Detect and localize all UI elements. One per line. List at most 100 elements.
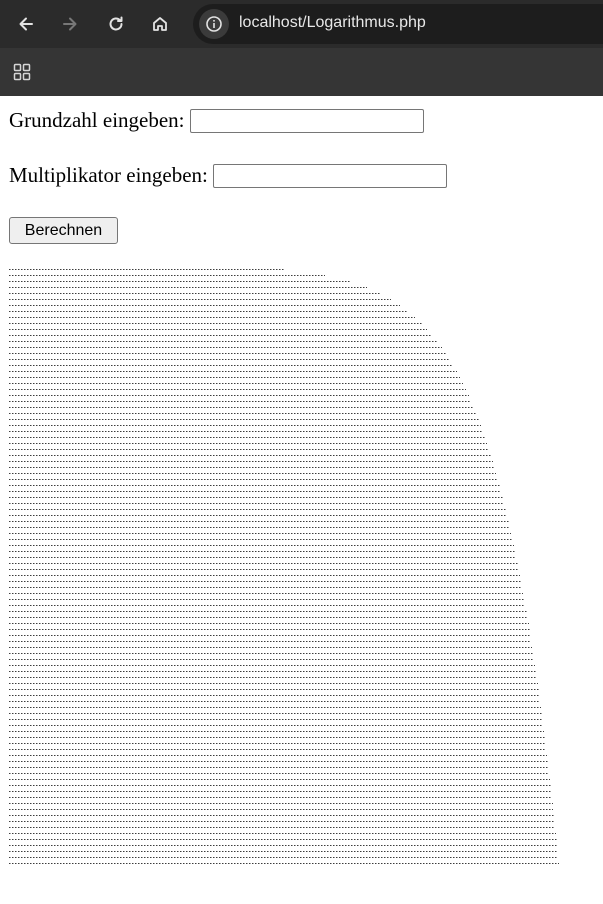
output-line: [9, 785, 551, 786]
back-button[interactable]: [10, 8, 42, 40]
output-line: [9, 437, 486, 438]
output-line: [9, 851, 558, 852]
output-line: [9, 857, 559, 858]
output-line: [9, 797, 552, 798]
output-line: [9, 485, 500, 486]
output-line: [9, 443, 488, 444]
output-line: [9, 827, 556, 828]
output-line: [9, 311, 409, 312]
output-line: [9, 767, 549, 768]
output-line: [9, 791, 552, 792]
output-line: [9, 293, 381, 294]
base-label: Grundzahl eingeben:: [9, 108, 185, 132]
output-line: [9, 641, 532, 642]
output-line: [9, 701, 541, 702]
base-row: Grundzahl eingeben:: [9, 108, 424, 133]
output-line: [9, 683, 538, 684]
output-line: [9, 623, 529, 624]
base-input[interactable]: [189, 108, 424, 133]
home-icon: [153, 17, 167, 31]
output-line: [9, 539, 513, 540]
output-line: [9, 317, 416, 318]
site-info-button[interactable]: [199, 9, 229, 39]
output-line: [9, 695, 540, 696]
output-line: [9, 839, 557, 840]
output-line: [9, 563, 518, 564]
output-line: [9, 629, 530, 630]
output-line: [9, 671, 536, 672]
output-line: [9, 269, 284, 270]
output-line: [9, 737, 545, 738]
output-line: [9, 377, 460, 378]
output-line: [9, 863, 559, 864]
output-line: [9, 845, 558, 846]
output-line: [9, 551, 516, 552]
output-line: [9, 473, 497, 474]
output-line: [9, 467, 495, 468]
output-line: [9, 371, 457, 372]
output-line: [9, 677, 537, 678]
forward-button[interactable]: [54, 8, 86, 40]
output-line: [9, 731, 545, 732]
output-line: [9, 773, 550, 774]
output-line: [9, 647, 533, 648]
output-line: [9, 569, 519, 570]
output-line: [9, 449, 490, 450]
output-line: [9, 749, 547, 750]
output-line: [9, 593, 524, 594]
output-line: [9, 359, 450, 360]
output-line: [9, 617, 528, 618]
output-line: [9, 719, 543, 720]
output-line: [9, 689, 539, 690]
output-line: [9, 557, 517, 558]
multiplier-row: Multiplikator eingeben:: [9, 163, 447, 188]
output-line: [9, 509, 506, 510]
reload-button[interactable]: [100, 8, 132, 40]
output-line: [9, 287, 367, 288]
output-line: [9, 599, 525, 600]
output-line: [9, 491, 502, 492]
output-line: [9, 635, 531, 636]
output-line: [9, 305, 401, 306]
output-line: [9, 383, 463, 384]
arrow-left-icon: [19, 17, 33, 31]
multiplier-input[interactable]: [212, 163, 447, 188]
output-line: [9, 527, 510, 528]
output-line: [9, 743, 546, 744]
arrow-right-icon: [63, 17, 77, 31]
output-line: [9, 479, 498, 480]
output-line: [9, 389, 466, 390]
output-line: [9, 815, 554, 816]
output-line: [9, 533, 512, 534]
output-line: [9, 653, 534, 654]
output-line: [9, 611, 527, 612]
output-line: [9, 803, 553, 804]
url-text[interactable]: localhost/Logarithmus.php: [239, 14, 426, 32]
output-line: [9, 821, 555, 822]
apps-button[interactable]: [8, 58, 36, 86]
output-line: [9, 347, 442, 348]
output-line: [9, 809, 554, 810]
output-line: [9, 335, 433, 336]
output-line: [9, 707, 541, 708]
output-line: [9, 431, 483, 432]
output-line: [9, 497, 503, 498]
browser-toolbar: localhost/Logarithmus.php: [0, 0, 603, 48]
info-icon: [206, 16, 222, 32]
output-line: [9, 575, 520, 576]
output-line: [9, 413, 477, 414]
output-line: [9, 281, 350, 282]
output-line: [9, 779, 550, 780]
home-button[interactable]: [144, 8, 176, 40]
output-line: [9, 581, 522, 582]
bookmark-bar: [0, 48, 603, 96]
output-line: [9, 323, 422, 324]
multiplier-label: Multiplikator eingeben:: [9, 163, 208, 187]
output-line: [9, 755, 548, 756]
calculate-button[interactable]: Berechnen: [9, 217, 118, 244]
output-line: [9, 455, 491, 456]
output-line: [9, 461, 493, 462]
output-line: [9, 833, 556, 834]
output-line: [9, 515, 508, 516]
address-bar[interactable]: localhost/Logarithmus.php: [193, 4, 603, 44]
